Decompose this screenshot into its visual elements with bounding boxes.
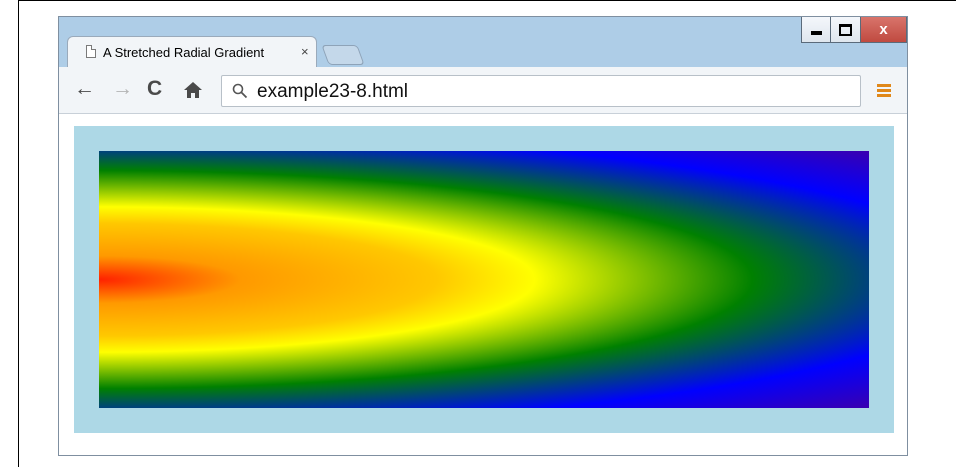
url-text: example23-8.html bbox=[257, 81, 409, 102]
close-window-button[interactable]: x bbox=[861, 17, 907, 43]
hamburger-menu-icon[interactable] bbox=[877, 84, 891, 98]
browser-toolbar: ← → C example23-8.html bbox=[59, 67, 907, 114]
forward-button[interactable]: → bbox=[112, 77, 133, 101]
document-frame-left-border bbox=[18, 0, 19, 467]
address-bar[interactable]: example23-8.html bbox=[221, 75, 861, 107]
browser-window: x A Stretched Radial Gradient × ← → C ex… bbox=[58, 16, 908, 456]
new-tab-button[interactable] bbox=[321, 45, 365, 65]
home-button[interactable] bbox=[183, 80, 203, 100]
page-viewport bbox=[59, 114, 907, 455]
maximize-button[interactable] bbox=[831, 17, 861, 43]
minimize-icon bbox=[810, 30, 822, 35]
tab-title: A Stretched Radial Gradient bbox=[103, 45, 265, 60]
home-icon bbox=[184, 82, 202, 98]
document-frame-top-border bbox=[18, 0, 956, 1]
search-icon bbox=[232, 83, 248, 99]
stretched-radial-gradient bbox=[99, 151, 869, 408]
maximize-icon bbox=[839, 23, 852, 36]
close-icon: x bbox=[879, 21, 888, 38]
page-icon bbox=[86, 45, 96, 58]
back-button[interactable]: ← bbox=[74, 77, 95, 101]
tab-close-icon[interactable]: × bbox=[301, 44, 309, 59]
minimize-button[interactable] bbox=[801, 17, 831, 43]
reload-button[interactable]: C bbox=[147, 77, 162, 101]
tab-active[interactable]: A Stretched Radial Gradient × bbox=[67, 36, 317, 68]
light-blue-container bbox=[74, 126, 894, 433]
window-controls: x bbox=[801, 17, 907, 43]
